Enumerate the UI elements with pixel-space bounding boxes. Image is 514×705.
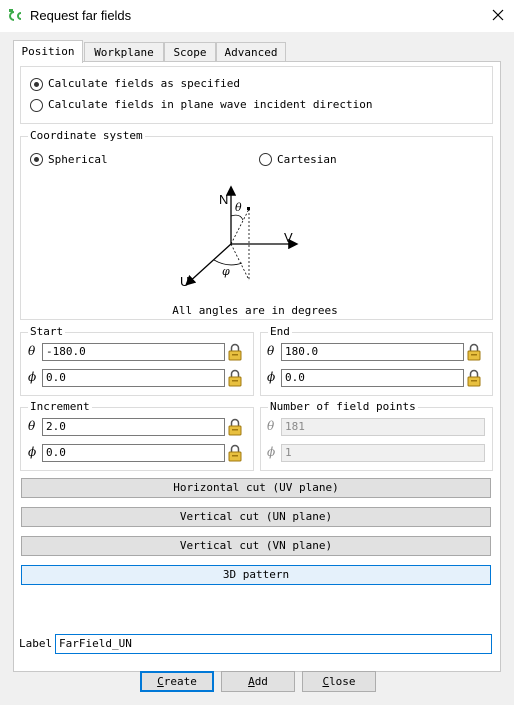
mode-group	[20, 66, 493, 124]
add-label: dd	[254, 675, 268, 688]
spherical-radio[interactable]	[30, 153, 43, 166]
3d-pattern-button[interactable]: 3D pattern	[21, 565, 491, 585]
create-mnemonic: C	[157, 675, 164, 688]
points-theta-symbol: θ	[267, 419, 275, 433]
phi-symbol: φ	[222, 265, 230, 278]
increment-legend: Increment	[28, 400, 92, 413]
end-theta-symbol: θ	[267, 344, 275, 358]
angles-note: All angles are in degrees	[172, 304, 338, 317]
add-button[interactable]: Add	[221, 671, 295, 692]
spherical-label: Spherical	[48, 153, 108, 166]
axes-diagram: N V U θ φ	[180, 185, 299, 289]
u-axis-label: U	[180, 274, 189, 289]
close-button[interactable]: Close	[302, 671, 376, 692]
points-theta-field: 181	[281, 418, 485, 436]
calc-plane-wave-label: Calculate fields in plane wave incident …	[48, 98, 373, 111]
increment-theta-input[interactable]: 2.0	[42, 418, 225, 436]
app-icon	[9, 9, 22, 21]
add-mnemonic: A	[248, 675, 255, 688]
calc-as-specified-label: Calculate fields as specified	[48, 77, 241, 90]
points-phi-field: 1	[281, 444, 485, 462]
lock-icon[interactable]	[228, 369, 242, 387]
end-theta-input[interactable]: 180.0	[281, 343, 464, 361]
points-phi-symbol: ϕ	[267, 445, 276, 459]
label-caption: Label	[19, 637, 53, 650]
window-title: Request far fields	[30, 8, 132, 23]
point-marker	[247, 207, 250, 210]
theta-arc	[230, 214, 244, 221]
start-phi-input[interactable]: 0.0	[42, 369, 225, 387]
end-phi-input[interactable]: 0.0	[281, 369, 464, 387]
end-legend: End	[268, 325, 292, 338]
lock-icon[interactable]	[228, 418, 242, 436]
close-label: lose	[329, 675, 356, 688]
start-theta-symbol: θ	[28, 344, 36, 358]
horizontal-cut-button[interactable]: Horizontal cut (UV plane)	[21, 478, 491, 498]
projection-radius	[230, 243, 250, 281]
tab-workplane[interactable]: Workplane	[84, 42, 164, 62]
n-axis-label: N	[219, 192, 228, 207]
theta-symbol: θ	[235, 201, 242, 214]
start-theta-input[interactable]: -180.0	[42, 343, 225, 361]
coordinate-system-legend: Coordinate system	[28, 129, 145, 142]
direction-vector	[230, 208, 250, 245]
increment-phi-symbol: ϕ	[28, 445, 37, 459]
lock-icon[interactable]	[228, 343, 242, 361]
start-phi-symbol: ϕ	[28, 370, 37, 384]
increment-theta-symbol: θ	[28, 419, 36, 433]
start-legend: Start	[28, 325, 66, 338]
tab-position[interactable]: Position	[13, 40, 83, 63]
field-points-legend: Number of field points	[268, 400, 418, 413]
vertical-cut-vn-button[interactable]: Vertical cut (VN plane)	[21, 536, 491, 556]
calc-as-specified-radio[interactable]	[30, 78, 43, 91]
cartesian-label: Cartesian	[277, 153, 337, 166]
tab-scope[interactable]: Scope	[164, 42, 216, 62]
calc-plane-wave-radio[interactable]	[30, 99, 43, 112]
end-phi-symbol: ϕ	[267, 370, 276, 384]
lock-icon[interactable]	[467, 343, 481, 361]
increment-phi-input[interactable]: 0.0	[42, 444, 225, 462]
cartesian-radio[interactable]	[259, 153, 272, 166]
tab-advanced[interactable]: Advanced	[216, 42, 286, 62]
label-input[interactable]: FarField_UN	[55, 634, 492, 654]
lock-icon[interactable]	[228, 444, 242, 462]
lock-icon[interactable]	[467, 369, 481, 387]
vertical-cut-un-button[interactable]: Vertical cut (UN plane)	[21, 507, 491, 527]
create-button[interactable]: Create	[140, 671, 214, 692]
v-axis-label: V	[284, 230, 293, 245]
close-icon[interactable]	[487, 4, 509, 26]
create-label: reate	[163, 675, 197, 688]
